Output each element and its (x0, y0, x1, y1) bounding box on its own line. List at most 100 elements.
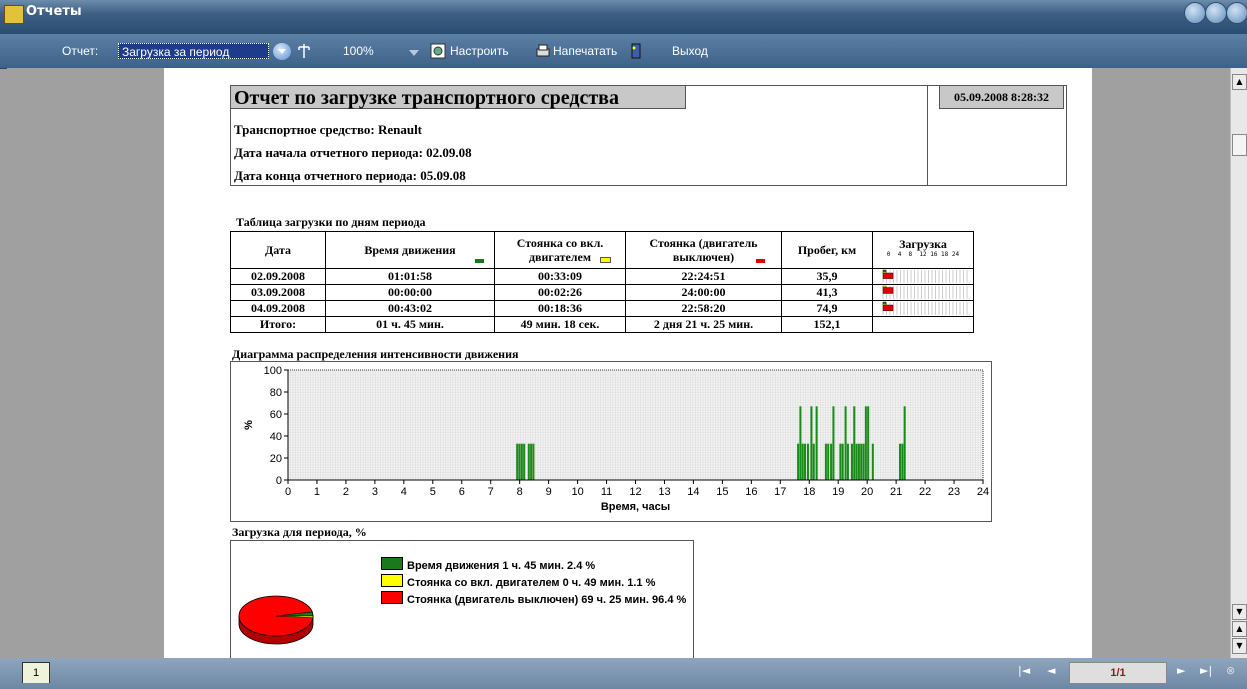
bar (830, 443, 833, 480)
bar (824, 443, 827, 480)
page-up-button[interactable]: ▲ (1232, 621, 1247, 637)
bar (903, 406, 906, 480)
x-tick-label: 6 (459, 486, 465, 498)
y-tick-label: 40 (270, 431, 282, 443)
last-page-icon[interactable]: ►| (1200, 664, 1212, 677)
page-tab[interactable]: 1 (22, 662, 50, 683)
bar (862, 443, 865, 480)
zoom-dropdown-icon[interactable] (406, 47, 422, 63)
x-tick-label: 0 (285, 486, 291, 498)
page-indicator[interactable]: 1/1 (1069, 662, 1167, 684)
next-page-icon[interactable]: ► (1177, 664, 1185, 677)
bar (523, 443, 526, 480)
load-mini-chart (873, 285, 973, 300)
x-tick-label: 20 (861, 486, 873, 498)
vertical-scrollbar[interactable]: ▲ ▼ ▲ ▼ (1230, 68, 1247, 658)
x-tick-label: 4 (401, 486, 407, 498)
x-axis-label: Время, часы (601, 501, 670, 513)
bar (799, 406, 802, 480)
x-tick-label: 17 (774, 486, 786, 498)
x-tick-label: 24 (977, 486, 989, 498)
bar (867, 406, 870, 480)
mini-load-off (882, 287, 894, 294)
col-load: Загрузка 0 4 8 12 16 18 24 (872, 231, 974, 269)
window-title: Отчеты (26, 4, 82, 19)
stop-icon[interactable]: ⊗ (1226, 664, 1235, 677)
zoom-value[interactable]: 100% (343, 44, 374, 58)
x-tick-label: 15 (716, 486, 728, 498)
pie-chart-frame: Время движения 1 ч. 45 мин. 2.4 % Стоянк… (230, 540, 694, 658)
x-tick-label: 2 (343, 486, 349, 498)
report-title: Отчет по загрузке транспортного средства (230, 85, 686, 109)
load-cell (872, 268, 974, 285)
legend-moving: Время движения 1 ч. 45 мин. 2.4 % (381, 557, 595, 572)
configure-button[interactable]: Настроить (450, 44, 509, 58)
table-row: 02.09.2008 01:01:58 00:33:09 22:24:51 35,9 (230, 268, 974, 285)
pie-chart (238, 595, 314, 645)
mini-load-idle (882, 303, 887, 306)
prev-page-icon[interactable]: ◄ (1047, 664, 1055, 677)
y-tick-label: 20 (270, 453, 282, 465)
scroll-down-button[interactable]: ▼ (1232, 604, 1247, 620)
scroll-up-button[interactable]: ▲ (1232, 74, 1247, 90)
chart-title: Диаграмма распределения интенсивности дв… (232, 347, 519, 361)
x-tick-label: 3 (372, 486, 378, 498)
table-title: Таблица загрузки по дням периода (236, 215, 426, 229)
y-tick-label: 60 (270, 409, 282, 421)
bar (797, 443, 800, 480)
x-tick-label: 23 (948, 486, 960, 498)
col-idle: Стоянка со вкл. двигателем (494, 231, 626, 269)
exit-button[interactable]: Выход (672, 44, 708, 58)
close-button[interactable] (1226, 2, 1247, 24)
bar (832, 406, 835, 480)
bar (839, 443, 842, 480)
printer-icon[interactable] (535, 43, 551, 59)
x-tick-label: 21 (890, 486, 902, 498)
bar (864, 406, 867, 480)
bar (844, 406, 847, 480)
fit-page-icon[interactable] (296, 43, 312, 59)
status-bar (0, 658, 1247, 689)
vehicle-line: Транспортное средство: Renault (234, 122, 423, 137)
bar (810, 406, 813, 480)
period-start-line: Дата начала отчетного периода: 02.09.08 (234, 145, 472, 160)
scroll-thumb[interactable] (1232, 134, 1247, 156)
bar (520, 443, 523, 480)
load-cell (872, 300, 974, 317)
y-tick-label: 100 (264, 365, 282, 377)
x-tick-label: 9 (546, 486, 552, 498)
bar (812, 443, 815, 480)
y-tick-label: 80 (270, 387, 282, 399)
mini-load-moving (882, 269, 887, 272)
exit-door-icon[interactable] (628, 43, 644, 59)
report-page: Отчет по загрузке транспортного средства… (164, 68, 1092, 658)
bar (801, 443, 804, 480)
load-table: Дата Время движения Стоянка со вкл. двиг… (230, 231, 974, 333)
toolbar: Отчет: Загрузка за период 100% Настроить… (0, 34, 1247, 69)
bar (857, 443, 860, 480)
pie-title: Загрузка для периода, % (232, 525, 367, 539)
page-down-button[interactable]: ▼ (1232, 638, 1247, 654)
bar (901, 443, 904, 480)
load-mini-chart (873, 301, 973, 316)
x-tick-label: 5 (430, 486, 436, 498)
intensity-chart: 0 1 2 3 4 5 6 7 8 9 10 11 12 13 14 15 16 17 18 19 20 21 22 23 24… (243, 365, 989, 513)
title-bar: Отчеты (0, 0, 1247, 34)
minimize-button[interactable] (1184, 2, 1206, 24)
intensity-chart-frame: 0 1 2 3 4 5 6 7 8 9 10 11 12 13 14 15 16 17 18 19 20 21 22 23 24… (230, 361, 992, 522)
bar (871, 443, 874, 480)
report-label: Отчет: (62, 44, 99, 58)
report-viewer: Отчет по загрузке транспортного средства… (7, 68, 1230, 658)
settings-icon[interactable] (430, 43, 446, 59)
bar (516, 443, 519, 480)
bar (899, 443, 902, 480)
print-button[interactable]: Напечатать (553, 44, 617, 58)
x-tick-label: 7 (488, 486, 494, 498)
load-mini-chart (873, 269, 973, 284)
period-end-line: Дата конца отчетного периода: 05.09.08 (234, 168, 466, 183)
report-dropdown-button[interactable] (273, 43, 291, 60)
report-select[interactable]: Загрузка за период (118, 43, 269, 59)
chevron-down-icon (278, 49, 286, 54)
maximize-button[interactable] (1205, 2, 1227, 24)
first-page-icon[interactable]: |◄ (1018, 664, 1030, 677)
